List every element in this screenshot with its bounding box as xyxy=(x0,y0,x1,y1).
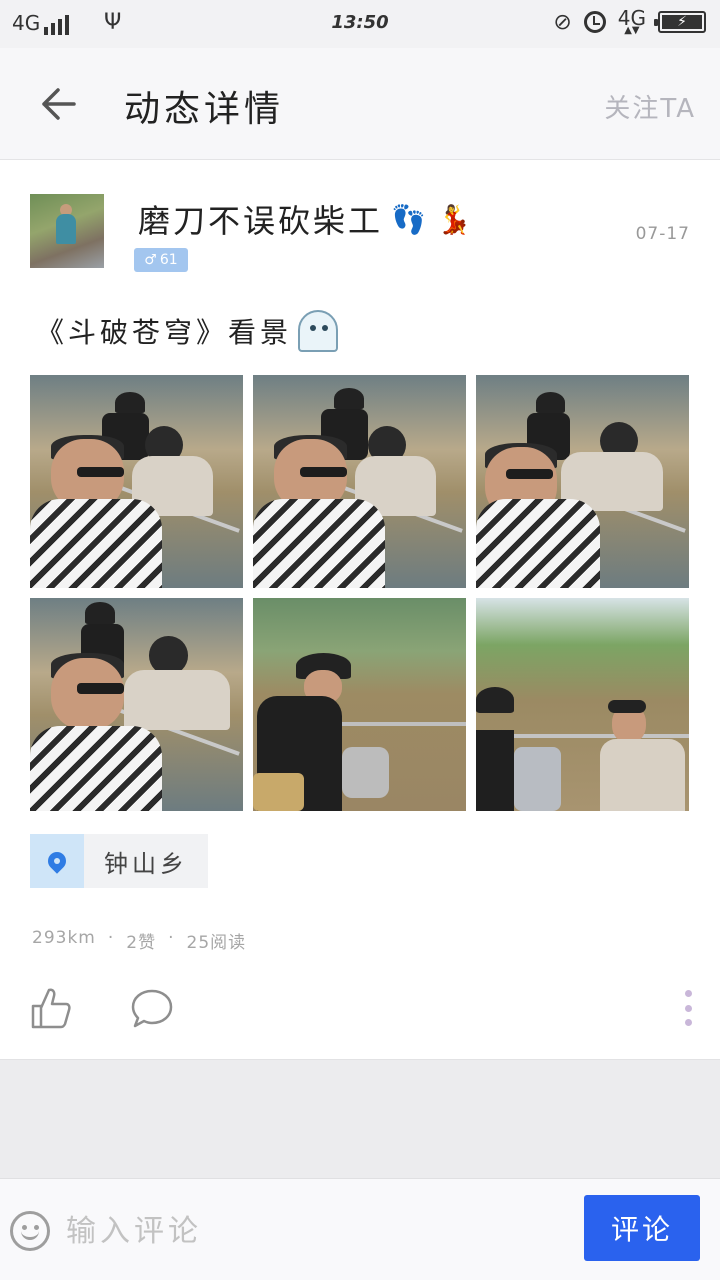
mute-icon: ⊘ xyxy=(553,9,572,35)
photo-thumbnail[interactable] xyxy=(30,598,243,811)
age-text: 61 xyxy=(159,252,178,268)
post-text-body: 《斗破苍穹》看景 xyxy=(36,316,293,349)
alarm-icon xyxy=(583,11,606,33)
post-meta: 293km · 2赞 · 25阅读 xyxy=(32,928,246,953)
back-arrow-icon[interactable] xyxy=(38,84,78,124)
comment-input[interactable] xyxy=(66,1205,546,1257)
meta-separator: · xyxy=(168,928,175,948)
reads-count: 25阅读 xyxy=(186,933,247,953)
username[interactable]: 磨刀不误砍柴工 👣 💃 xyxy=(138,196,475,242)
photo-thumbnail[interactable] xyxy=(30,375,243,588)
dancer-emoji-icon: 💃 xyxy=(436,202,475,236)
post-card: 磨刀不误砍柴工 👣 💃 ♂ 61 07-17 《斗破苍穹》看景 钟山乡 293k… xyxy=(0,160,720,1060)
photo-grid xyxy=(30,375,690,811)
distance-text: 293km xyxy=(32,928,96,948)
gender-age-badge: ♂ 61 xyxy=(134,248,188,272)
more-vertical-icon[interactable] xyxy=(684,990,692,1026)
avatar[interactable] xyxy=(30,194,104,268)
status-bar: 4G Ψ 13:50 ⊘ 4G ▲▼ ⚡ xyxy=(0,0,720,48)
comment-submit-button[interactable]: 评论 xyxy=(584,1195,700,1261)
comment-bar: 评论 xyxy=(0,1178,720,1280)
username-text: 磨刀不误砍柴工 xyxy=(138,202,384,240)
photo-thumbnail[interactable] xyxy=(253,598,466,811)
likes-count: 2赞 xyxy=(126,933,157,953)
page-title: 动态详情 xyxy=(124,89,285,130)
battery-icon: ⚡ xyxy=(654,11,706,33)
ghost-emoji-icon xyxy=(298,310,339,352)
post-content-text: 《斗破苍穹》看景 xyxy=(36,310,339,352)
speech-bubble-icon[interactable] xyxy=(130,988,174,1030)
status-icons-right: ⊘ 4G ▲▼ ⚡ xyxy=(553,6,706,36)
male-icon: ♂ xyxy=(144,252,157,268)
photo-thumbnail[interactable] xyxy=(476,375,689,588)
photo-thumbnail[interactable] xyxy=(476,598,689,811)
location-pin-box xyxy=(30,834,84,888)
follow-button[interactable]: 关注TA xyxy=(604,88,696,125)
network-type-right: 4G ▲▼ xyxy=(617,6,646,36)
map-pin-icon xyxy=(44,848,70,874)
top-nav-bar: 动态详情 关注TA xyxy=(0,48,720,160)
smile-icon[interactable] xyxy=(10,1211,50,1251)
meta-separator: · xyxy=(107,928,115,948)
post-date: 07-17 xyxy=(635,224,690,244)
thumbs-up-icon[interactable] xyxy=(30,986,72,1030)
location-text: 钟山乡 xyxy=(104,849,188,878)
location-tag[interactable]: 钟山乡 xyxy=(30,834,208,888)
footprints-emoji-icon: 👣 xyxy=(391,202,429,236)
photo-thumbnail[interactable] xyxy=(253,375,466,588)
